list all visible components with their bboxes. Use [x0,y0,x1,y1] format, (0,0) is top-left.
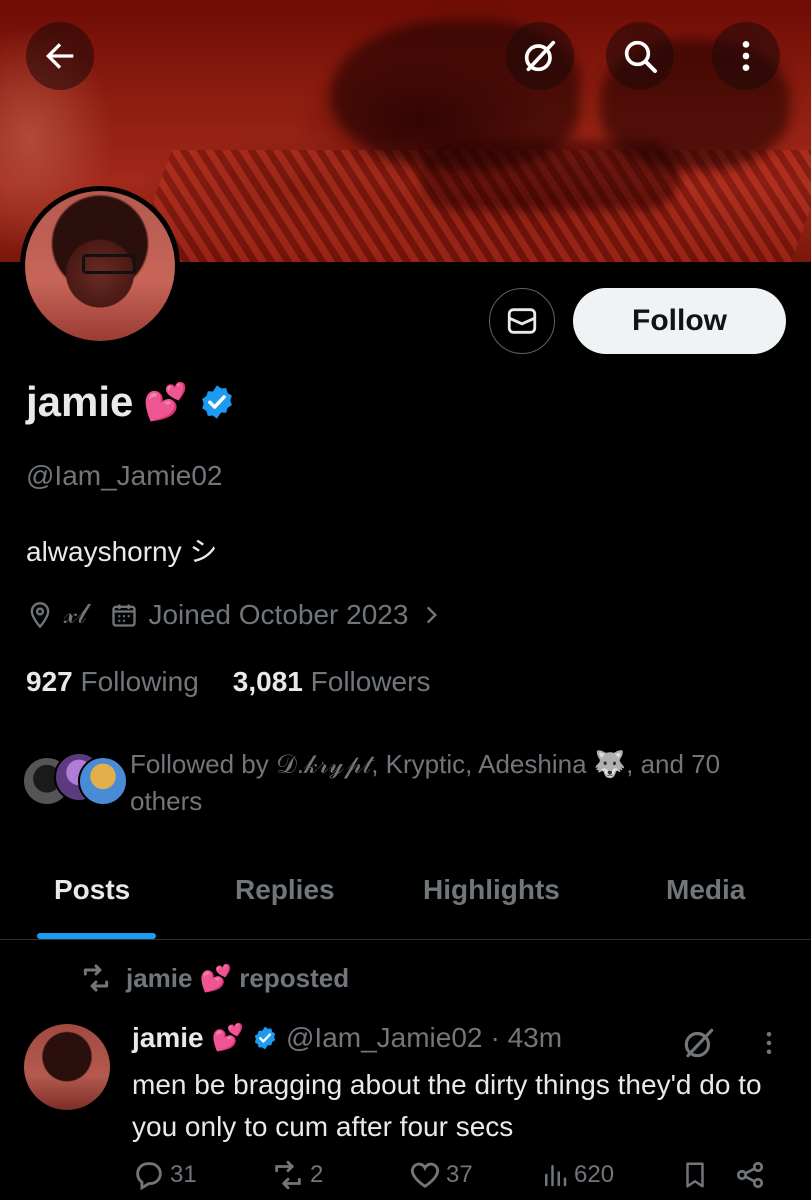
chevron-right-icon[interactable] [418,602,444,628]
post-author-name[interactable]: jamie [132,1022,204,1054]
search-button[interactable] [606,22,674,90]
tab-highlights[interactable]: Highlights [423,874,560,906]
following-count: 927 [26,666,73,697]
views-button[interactable]: 620 [540,1158,614,1192]
post-header: jamie 💕 @Iam_Jamie02 · 43m [132,1022,562,1054]
active-tab-indicator [37,933,156,939]
repost-button[interactable]: 2 [270,1158,323,1192]
post-time[interactable]: · 43m [491,1022,563,1054]
post-text: men be bragging about the dirty things t… [132,1069,762,1142]
message-button[interactable] [489,288,555,354]
profile-tabs: Posts Replies Highlights Media [0,860,811,940]
repost-indicator: jamie 💕 reposted [80,962,349,994]
profile-meta: 𝓍𝓁 Joined October 2023 [26,598,444,631]
post-author-handle[interactable]: @Iam_Jamie02 [286,1022,483,1054]
profile-name-row: jamie 💕 [26,378,236,426]
like-count: 37 [446,1161,473,1188]
profile-location: 𝓍𝓁 [64,598,87,629]
tab-replies[interactable]: Replies [235,874,335,906]
search-icon [624,40,657,73]
bookmark-icon [686,1162,704,1188]
location-pin-icon [30,601,50,628]
follower-avatars [20,752,130,816]
avatar-image [25,191,175,341]
profile-handle: @Iam_Jamie02 [26,460,223,491]
more-options-button[interactable] [712,22,780,90]
reply-button[interactable]: 31 [132,1158,197,1192]
reply-icon [136,1162,162,1191]
like-button[interactable]: 37 [408,1158,473,1192]
views-count: 620 [574,1161,615,1188]
verified-badge-icon[interactable] [198,383,236,421]
grok-icon[interactable] [680,1024,718,1062]
two-hearts-emoji: 💕 [143,382,189,423]
share-icon [736,1161,764,1189]
followers-link[interactable]: 3,081 Followers [233,666,431,698]
tab-media[interactable]: Media [666,874,745,906]
profile-bio: alwayshorny シ [26,536,218,567]
calendar-icon [112,604,137,627]
follow-button[interactable]: Follow [573,288,786,354]
tab-posts[interactable]: Posts [54,874,130,906]
following-link[interactable]: 927 Following [26,666,199,698]
more-vertical-icon [742,41,750,71]
profile-stats: 927 Following 3,081 Followers [26,666,430,698]
bookmark-button[interactable] [680,1158,710,1192]
share-button[interactable] [734,1158,766,1192]
follower-avatar [78,756,128,806]
profile-joined: Joined October 2023 [148,598,409,630]
heart-icon [410,1162,440,1189]
following-label: Following [80,666,199,697]
profile-avatar[interactable] [20,186,180,346]
followers-label: Followers [310,666,431,697]
two-hearts-emoji: 💕 [211,1023,244,1053]
followed-by-row[interactable]: Followed by 𝒟.𝓀𝓇𝓎𝓅𝓉, Kryptic, Adeshina 🐺… [20,746,770,820]
repost-count: 2 [310,1161,324,1188]
arrow-left-icon [46,43,74,69]
repost-label[interactable]: jamie 💕 reposted [126,963,349,994]
post-author-avatar[interactable] [24,1024,110,1110]
profile-name: jamie [26,378,134,425]
repost-icon [275,1160,301,1190]
verified-badge-icon [254,1026,276,1050]
bar-chart-icon [545,1165,567,1187]
back-button[interactable] [26,22,94,90]
grok-button[interactable] [506,22,574,90]
grok-icon [524,40,556,72]
followers-count: 3,081 [232,666,303,697]
post-more-icon[interactable] [754,1026,784,1060]
reply-count: 31 [170,1161,197,1188]
repost-icon [83,964,109,992]
post-actions: 31 2 37 620 [132,1158,782,1198]
followed-by-text: Followed by 𝒟.𝓀𝓇𝓎𝓅𝓉, Kryptic, Adeshina 🐺… [130,749,721,816]
mail-icon [507,308,537,334]
